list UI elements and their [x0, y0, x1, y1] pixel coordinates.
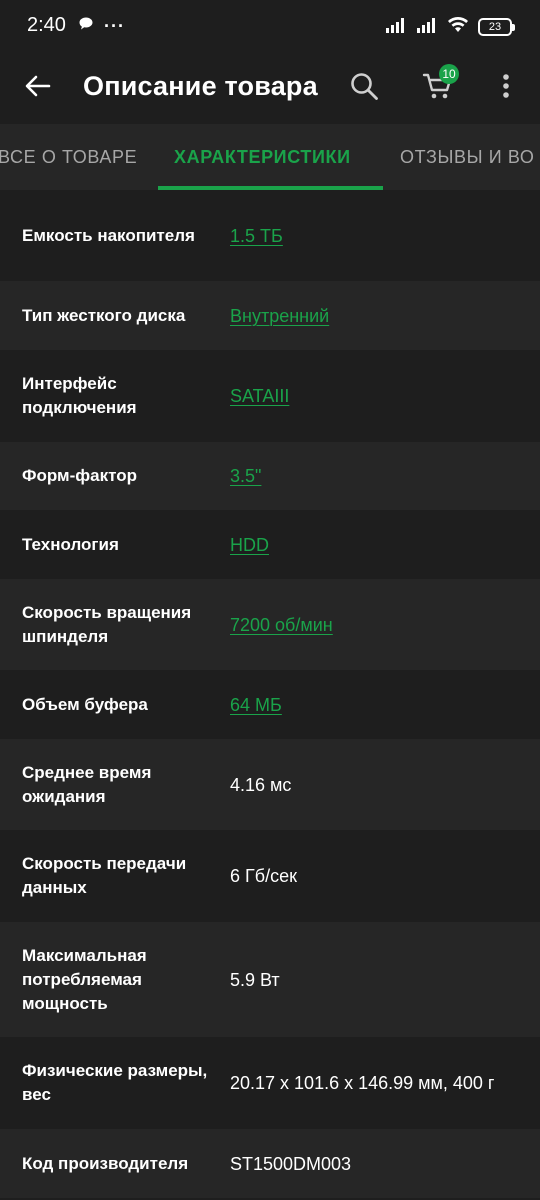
status-right-icons: 23 [385, 16, 515, 38]
signal-icon-2 [416, 17, 438, 38]
spec-value-link[interactable]: 64 МБ [230, 693, 540, 717]
status-left-icons: ··· [78, 16, 125, 37]
spec-value-link[interactable]: HDD [230, 533, 540, 557]
spec-label: Емкость накопителя [22, 225, 195, 245]
spec-row-part-number: Код производителя ST1500DM003 [0, 1129, 540, 1198]
battery-level: 23 [488, 21, 502, 33]
battery-icon: 23 [478, 18, 515, 36]
spec-label: Скорость передачи данных [22, 854, 187, 897]
page-title: Описание товара [83, 71, 318, 101]
spec-value: ST1500DM003 [230, 1153, 352, 1174]
spec-value-link[interactable]: Внутренний [230, 304, 540, 328]
spec-value: 6 Гб/сек [230, 866, 297, 886]
spec-label: Интерфейс подключения [22, 374, 137, 417]
spec-label: Тип жесткого диска [22, 305, 186, 325]
spec-row-transfer-rate: Скорость передачи данных 6 Гб/сек [0, 830, 540, 922]
spec-label: Максимальная потребляемая мощность [22, 945, 147, 1013]
spec-value-link[interactable]: SATAIII [230, 384, 540, 408]
back-button[interactable] [14, 62, 62, 110]
app-bar: Описание товара 10 [0, 52, 540, 124]
status-time: 2:40 [27, 14, 66, 36]
spec-label: Форм-фактор [22, 466, 137, 485]
spec-value: 5.9 Вт [230, 969, 280, 990]
cart-count-badge: 10 [439, 64, 459, 84]
spec-row-power: Максимальная потребляемая мощность 5.9 В… [0, 922, 540, 1037]
spec-label: Технология [22, 534, 119, 554]
search-button[interactable] [340, 62, 388, 110]
spec-value: 4.16 мс [230, 774, 292, 795]
spec-label: Объем буфера [22, 694, 148, 714]
spec-row-disk-type: Тип жесткого диска Внутренний [0, 281, 540, 350]
spec-value-link[interactable]: 1.5 ТБ [230, 224, 540, 248]
signal-icon-1 [385, 17, 407, 38]
spec-value-link[interactable]: 3.5" [230, 464, 540, 488]
spec-row-buffer: Объем буфера 64 МБ [0, 670, 540, 739]
more-options-button[interactable] [484, 62, 528, 110]
tab-reviews[interactable]: ОТЗЫВЫ И ВО [400, 124, 535, 190]
spec-label: Среднее время ожидания [22, 762, 152, 806]
spec-label: Код производителя [22, 1153, 189, 1173]
wifi-icon [447, 16, 469, 38]
spec-row-capacity: Емкость накопителя 1.5 ТБ [0, 190, 540, 281]
chat-notification-icon [78, 16, 94, 37]
spec-row-interface: Интерфейс подключения SATAIII [0, 350, 540, 442]
tab-specifications[interactable]: ХАРАКТЕРИСТИКИ [174, 124, 351, 190]
spec-row-dimensions: Физические размеры, вес 20.17 x 101.6 x … [0, 1037, 540, 1129]
status-bar: 2:40 ··· 23 [0, 0, 540, 52]
spec-row-technology: Технология HDD [0, 510, 540, 579]
spec-label: Скорость вращения шпинделя [22, 602, 192, 646]
more-notifications-icon: ··· [104, 16, 125, 36]
cart-button[interactable]: 10 [412, 62, 464, 110]
more-vertical-icon [503, 74, 509, 98]
spec-label: Физические размеры, вес [22, 1061, 208, 1104]
spec-row-latency: Среднее время ожидания 4.16 мс [0, 739, 540, 830]
spec-row-form-factor: Форм-фактор 3.5" [0, 442, 540, 510]
arrow-left-icon [25, 75, 51, 97]
tab-about[interactable]: ВСЕ О ТОВАРЕ [0, 124, 137, 190]
specs-list: Емкость накопителя 1.5 ТБ Тип жесткого д… [0, 190, 540, 1198]
spec-value-link[interactable]: 7200 об/мин [230, 613, 540, 637]
spec-row-spindle-speed: Скорость вращения шпинделя 7200 об/мин [0, 579, 540, 670]
tab-bar: ВСЕ О ТОВАРЕ ХАРАКТЕРИСТИКИ ОТЗЫВЫ И ВО [0, 124, 540, 190]
search-icon [351, 73, 378, 100]
spec-value: 20.17 x 101.6 x 146.99 мм, 400 г [230, 1073, 495, 1093]
